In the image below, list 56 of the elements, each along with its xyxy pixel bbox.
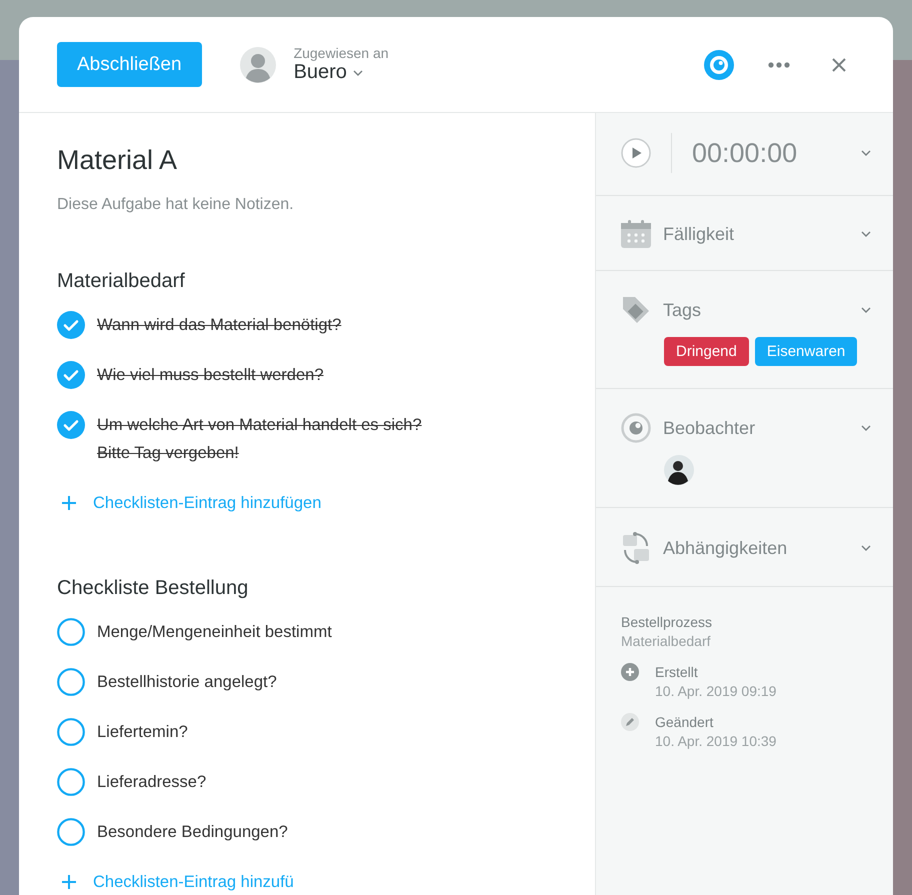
- plus-icon: [61, 495, 77, 511]
- plus-icon: [61, 874, 77, 890]
- task-title: Material A: [57, 144, 178, 176]
- play-icon[interactable]: [621, 138, 651, 168]
- tag-icon: [621, 295, 651, 325]
- event-label: Geändert: [655, 713, 714, 732]
- section-label[interactable]: Beobachter: [663, 418, 849, 438]
- watch-button[interactable]: [703, 48, 735, 80]
- tag[interactable]: Eisenwaren: [754, 337, 858, 366]
- avatar-icon: [240, 46, 276, 82]
- checklist-title: Materialbedarf: [57, 270, 186, 293]
- tag[interactable]: Dringend: [664, 337, 749, 366]
- empty-circle-icon[interactable]: [57, 618, 85, 646]
- section-label[interactable]: Abhängigkeiten: [663, 538, 849, 558]
- empty-circle-icon[interactable]: [57, 718, 85, 746]
- checklist-item: Menge/Mengeneinheit bestimmt: [97, 622, 332, 643]
- checklist-title: Checkliste Bestellung: [57, 577, 250, 600]
- chevron-down-icon: [861, 545, 871, 551]
- checklist-item: Wie viel muss bestellt werden?: [97, 365, 324, 386]
- task-notes: Diese Aufgabe hat keine Notizen.: [57, 196, 295, 214]
- checked-circle-icon[interactable]: [57, 411, 85, 439]
- chevron-down-icon: [352, 70, 363, 76]
- section-label[interactable]: Fälligkeit: [663, 224, 849, 244]
- dependency-icon: [621, 532, 651, 564]
- section-label[interactable]: Tags: [663, 300, 849, 320]
- pencil-icon: [621, 713, 639, 731]
- process-name: Bestellprozess: [621, 613, 714, 632]
- empty-circle-icon[interactable]: [57, 818, 85, 846]
- assignee-label: Zugewiesen an: [294, 45, 389, 61]
- checked-circle-icon[interactable]: [57, 311, 85, 339]
- checklist-item: Liefertemin?: [97, 722, 188, 743]
- timer-display: 00:00:00: [671, 133, 849, 173]
- complete-button[interactable]: Abschließen: [57, 42, 202, 87]
- chevron-down-icon: [861, 231, 871, 237]
- add-checklist-item-link[interactable]: Checklisten-Eintrag hinzufü: [57, 868, 294, 895]
- empty-circle-icon[interactable]: [57, 668, 85, 696]
- calendar-icon: [621, 220, 651, 248]
- chevron-down-icon: [861, 425, 871, 431]
- process-step: Materialbedarf: [621, 632, 868, 651]
- event-date: 10. Apr. 2019 09:19: [655, 683, 776, 699]
- avatar-icon[interactable]: [664, 455, 694, 485]
- checklist-item: Besondere Bedingungen?: [97, 822, 288, 843]
- chevron-down-icon: [861, 307, 871, 313]
- assignee-dropdown[interactable]: Buero: [294, 61, 363, 84]
- empty-circle-icon[interactable]: [57, 768, 85, 796]
- event-label: Erstellt: [655, 663, 699, 682]
- event-date: 10. Apr. 2019 10:39: [655, 733, 776, 749]
- checklist-item: Wann wird das Material benötigt?: [97, 315, 342, 336]
- checklist-item: Um welche Art von Material handelt es sich? Bitte Tag vergeben!: [97, 415, 423, 464]
- eye-icon: [621, 413, 651, 443]
- checklist-item: Lieferadresse?: [97, 772, 206, 793]
- checklist-item: Bestellhistorie angelegt?: [97, 672, 277, 693]
- chevron-down-icon: [861, 150, 871, 156]
- plus-circle-icon: [621, 663, 639, 681]
- add-checklist-item-link[interactable]: Checklisten-Eintrag hinzufügen: [57, 489, 322, 517]
- checked-circle-icon[interactable]: [57, 361, 85, 389]
